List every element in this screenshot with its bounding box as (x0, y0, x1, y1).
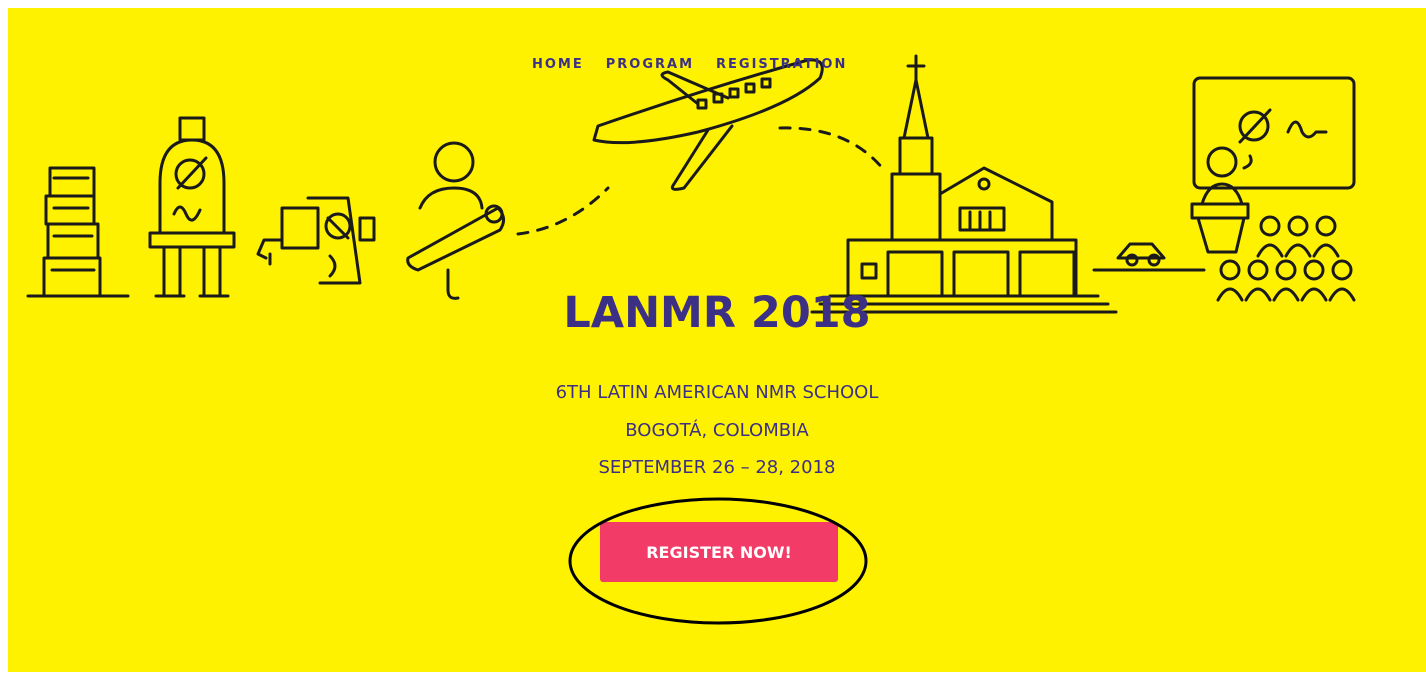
event-dates: SEPTEMBER 26 – 28, 2018 (598, 457, 836, 478)
nav-registration-link[interactable]: REGISTRATION (716, 57, 847, 72)
hero-section: HOME PROGRAM REGISTRATION LANMR 2018 6TH… (8, 8, 1426, 672)
event-subtitle: 6TH LATIN AMERICAN NMR SCHOOL (555, 382, 879, 403)
event-title: LANMR 2018 (563, 288, 871, 338)
main-nav: HOME PROGRAM REGISTRATION (532, 57, 847, 72)
nav-home-link[interactable]: HOME (532, 57, 584, 72)
nav-program-link[interactable]: PROGRAM (606, 57, 694, 72)
event-location: BOGOTÁ, COLOMBIA (625, 420, 809, 441)
airplane-icon (592, 58, 824, 191)
person-scroll-icon (406, 141, 505, 300)
church-icon (810, 54, 1118, 314)
car-icon (1092, 242, 1206, 272)
nmr-magnet-icon (148, 116, 236, 298)
register-now-button[interactable]: REGISTER NOW! (600, 522, 838, 582)
spectrometer-icon (256, 196, 376, 285)
books-icon (26, 166, 130, 298)
lecture-icon (1190, 76, 1356, 302)
